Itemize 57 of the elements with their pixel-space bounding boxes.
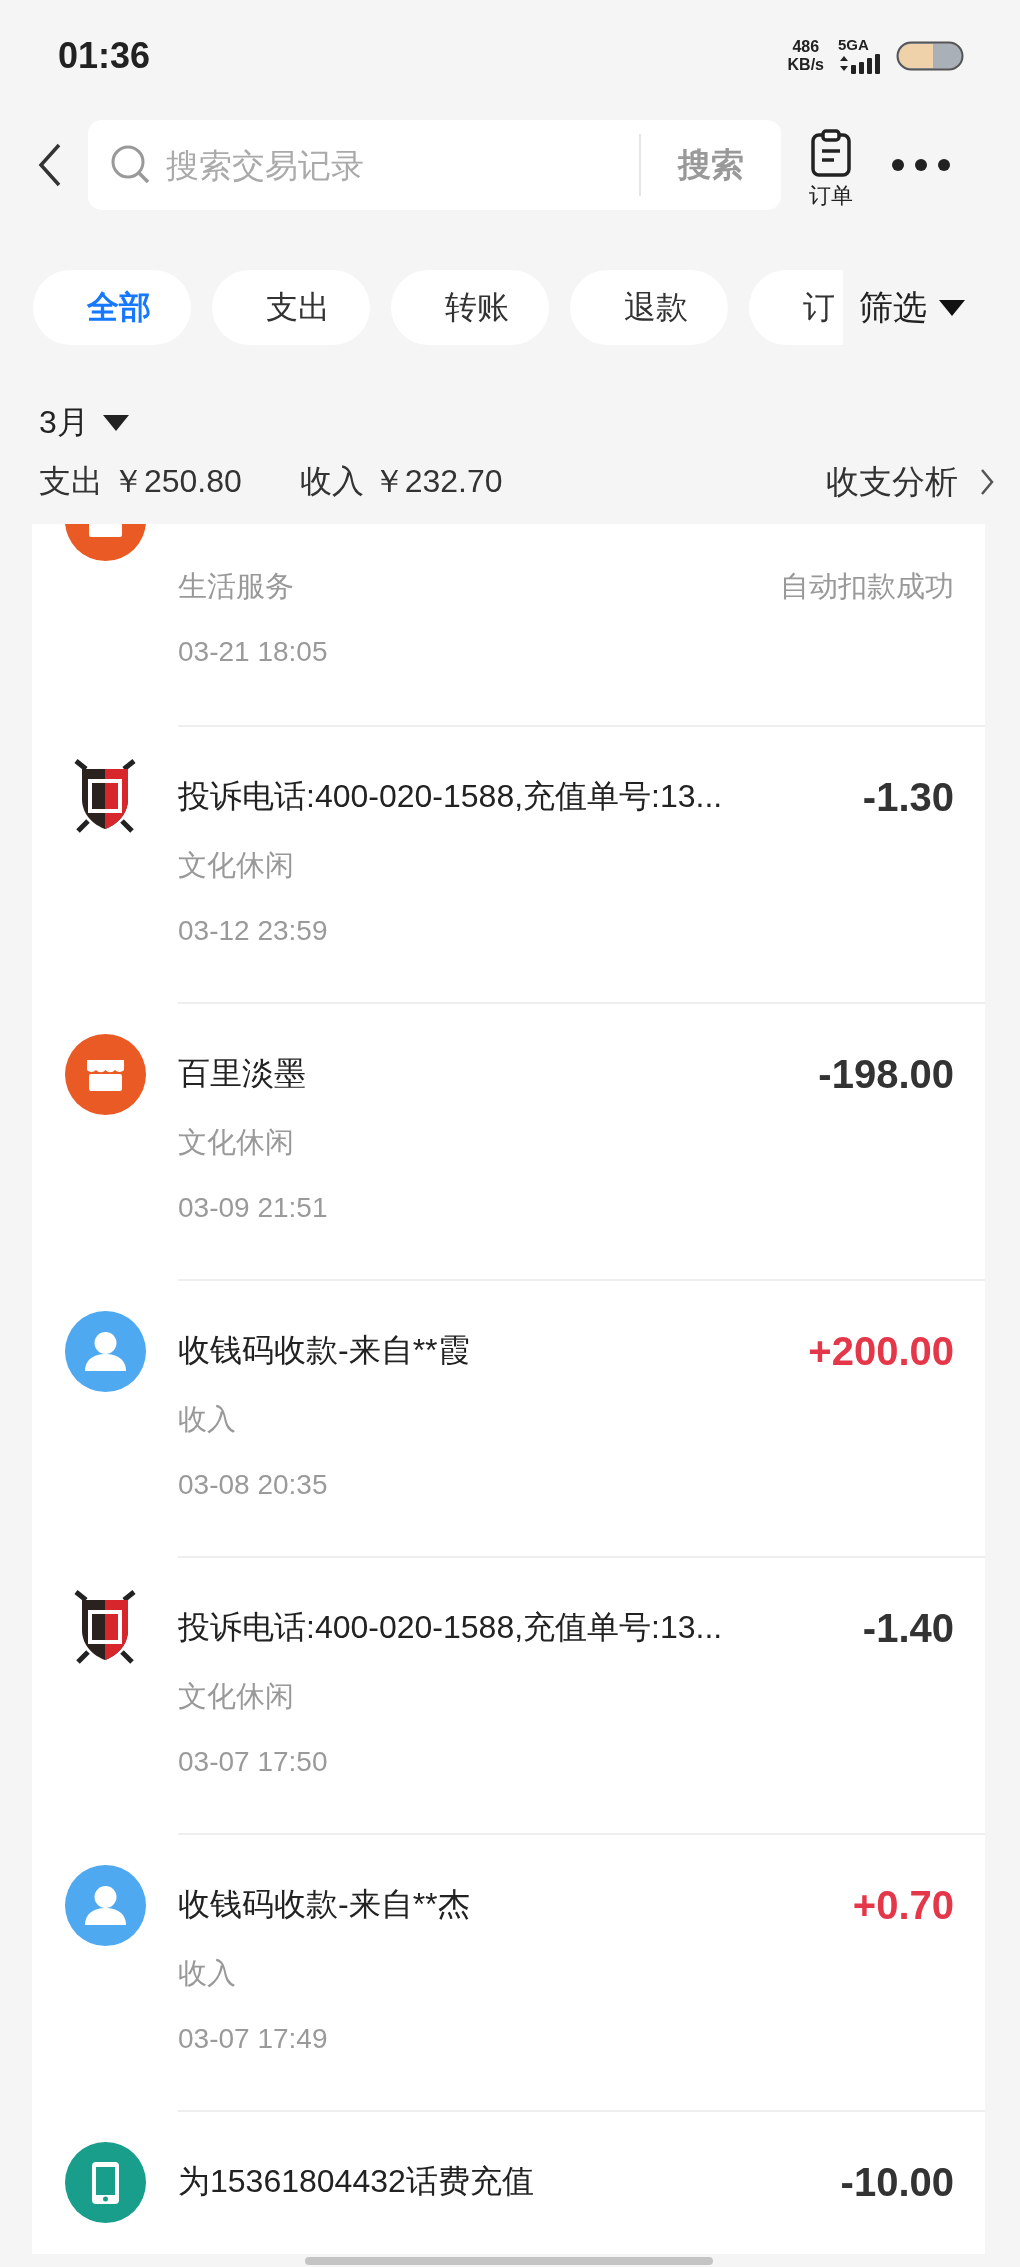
transaction-date: 03-07 17:49 xyxy=(178,2023,328,2055)
orders-button[interactable]: 订单 xyxy=(809,129,853,211)
transaction-category: 文化休闲 xyxy=(178,1678,294,1715)
transaction-title: 收钱码收款-来自**霞 xyxy=(178,1331,470,1370)
store-icon xyxy=(64,1034,146,1115)
transaction-amount: +0.70 xyxy=(852,1882,954,1928)
transaction-title: 百里淡墨 xyxy=(178,1054,306,1093)
back-icon[interactable] xyxy=(38,143,62,187)
transaction-amount: -1.40 xyxy=(862,1605,954,1651)
filter-tab[interactable]: 转账 xyxy=(391,270,549,345)
battery-icon xyxy=(896,41,964,71)
chevron-icon xyxy=(980,468,994,496)
transaction-category: 收入 xyxy=(178,1955,236,1992)
transaction-row[interactable]: 投诉电话:400-020-1588,充值单号:13... -1.40 文化休闲 03-07 17:50 xyxy=(32,1556,985,1833)
transaction-amount: -1.30 xyxy=(862,774,954,820)
transaction-row[interactable]: 百里淡墨 -198.00 文化休闲 03-09 21:51 xyxy=(32,1002,985,1279)
expense-total: 支出 ￥250.80 xyxy=(39,462,242,501)
filter-tab[interactable]: 全部 xyxy=(33,270,191,345)
transaction-category: 文化休闲 xyxy=(178,1124,294,1161)
person-icon xyxy=(64,1311,146,1392)
more-icon[interactable] xyxy=(891,158,951,172)
transaction-date: 03-07 17:50 xyxy=(178,1746,328,1778)
analysis-link[interactable]: 收支分析 xyxy=(826,459,994,505)
transaction-amount: -10.00 xyxy=(840,2159,954,2205)
transaction-title: 为15361804432话费充值 xyxy=(178,2162,534,2201)
transaction-row[interactable]: 投诉电话:400-020-1588,充值单号:13... -1.30 文化休闲 03-12 23:59 xyxy=(32,725,985,1002)
transaction-amount: +200.00 xyxy=(808,1328,954,1374)
network-speed: 486 KB/s xyxy=(787,38,824,74)
income-total: 收入 ￥232.70 xyxy=(299,462,503,501)
network-type: 5GA xyxy=(838,37,869,53)
transaction-title: 收钱码收款-来自**杰 xyxy=(178,1885,470,1924)
phone-icon xyxy=(64,2142,146,2223)
status-time: 01:36 xyxy=(58,35,151,77)
transaction-date: 03-09 21:51 xyxy=(178,1192,328,1224)
transaction-title: 投诉电话:400-020-1588,充值单号:13... xyxy=(178,777,723,816)
transaction-status: 自动扣款成功 xyxy=(780,568,954,605)
clipboard-icon xyxy=(809,129,853,177)
transaction-date: 03-08 20:35 xyxy=(178,1469,328,1501)
transaction-date: 03-21 18:05 xyxy=(178,636,328,668)
person-icon xyxy=(64,1865,146,1946)
transaction-category: 生活服务 xyxy=(178,568,294,605)
transaction-category: 收入 xyxy=(178,1401,236,1438)
caret-icon xyxy=(939,299,965,316)
transaction-row[interactable]: 收钱码收款-来自**霞 +200.00 收入 03-08 20:35 xyxy=(32,1279,985,1556)
signal-icon xyxy=(838,53,882,75)
transaction-title: 投诉电话:400-020-1588,充值单号:13... xyxy=(178,1608,723,1647)
transaction-amount: -198.00 xyxy=(818,1051,954,1097)
month-selector[interactable]: 3月 xyxy=(39,395,129,451)
transaction-row[interactable]: 收钱码收款-来自**杰 +0.70 收入 03-07 17:49 xyxy=(32,1833,985,2110)
transaction-date: 03-12 23:59 xyxy=(178,915,328,947)
transaction-category: 文化休闲 xyxy=(178,847,294,884)
filter-tab[interactable]: 订 xyxy=(749,270,843,345)
caret-icon xyxy=(102,415,129,431)
filter-tab[interactable]: 支出 xyxy=(212,270,370,345)
filter-button[interactable]: 筛选 xyxy=(845,270,995,345)
search-icon xyxy=(110,144,152,186)
filter-tab[interactable]: 退款 xyxy=(570,270,728,345)
